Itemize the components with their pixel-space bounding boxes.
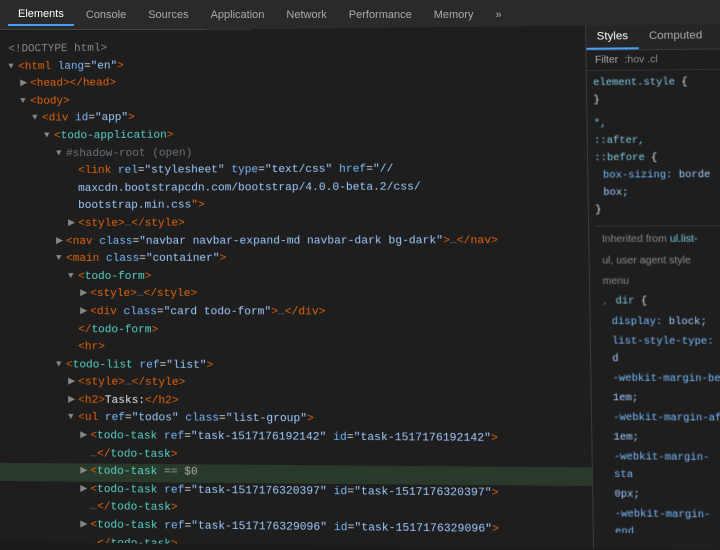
tab-more[interactable]: » xyxy=(485,5,511,25)
filter-label: Filter xyxy=(595,55,618,66)
code-line: <hr> xyxy=(0,339,590,358)
code-line: <todo-form> xyxy=(0,268,589,286)
style-selector-element: element.style { xyxy=(593,74,720,92)
tab-styles[interactable]: Styles xyxy=(586,25,639,50)
tab-performance[interactable]: Performance xyxy=(339,5,422,25)
code-line: maxcdn.bootstrapcdn.com/bootstrap/4.0.0-… xyxy=(0,178,587,198)
tab-elements[interactable]: Elements xyxy=(8,4,74,26)
style-prop-boxsizing: box-sizing: borde xyxy=(595,167,720,185)
filter-options: :hov .cl xyxy=(624,54,657,65)
expand-arrow[interactable] xyxy=(80,304,90,318)
expand-arrow[interactable] xyxy=(44,128,54,142)
style-block-element: element.style { } xyxy=(593,74,720,110)
style-margin-be: -webkit-margin-be xyxy=(598,369,720,389)
style-brace-close: } xyxy=(593,91,720,109)
code-line: </todo-form> xyxy=(0,322,590,341)
main-layout: <!DOCTYPE html> <html lang="en" > <head>… xyxy=(0,24,720,550)
style-selector-before: ::before { xyxy=(594,149,720,167)
tab-application[interactable]: Application xyxy=(201,5,275,25)
style-brace-close2: } xyxy=(595,202,720,220)
style-margin-sta: -webkit-margin-sta xyxy=(599,448,720,487)
expand-arrow[interactable] xyxy=(56,146,66,160)
expand-arrow[interactable] xyxy=(80,482,90,497)
tab-computed[interactable]: Computed xyxy=(638,24,713,49)
expand-arrow[interactable] xyxy=(20,94,30,108)
expand-arrow[interactable] xyxy=(20,76,30,90)
style-val-box: box; xyxy=(595,184,720,202)
dir-selector: , dir { xyxy=(596,291,720,313)
style-block-star: *, ::after, ::before { box-sizing: borde… xyxy=(594,115,720,220)
expand-arrow[interactable] xyxy=(8,59,18,73)
expand-arrow[interactable] xyxy=(68,269,78,283)
code-line: <todo-list ref="list" > xyxy=(0,357,590,377)
expand-arrow[interactable] xyxy=(56,233,66,247)
style-liststyle: list-style-type: d xyxy=(597,332,720,370)
tab-sources[interactable]: Sources xyxy=(138,5,198,25)
expand-arrow[interactable] xyxy=(68,392,78,407)
styles-panel: Styles Computed Filter :hov .cl element.… xyxy=(585,24,720,550)
styles-area: element.style { } *, ::after, ::before {… xyxy=(587,70,720,535)
tab-network[interactable]: Network xyxy=(276,5,336,25)
code-line: <main class="container" > xyxy=(0,250,589,268)
inherited-from-label1: Inherited from ul.list- xyxy=(595,225,720,250)
expand-arrow[interactable] xyxy=(32,111,42,125)
inherited-text1: ul, user agent style xyxy=(596,250,720,272)
tab-console[interactable]: Console xyxy=(76,5,136,25)
code-area: <!DOCTYPE html> <html lang="en" > <head>… xyxy=(0,32,593,549)
style-margin-sta-val: 0px; xyxy=(599,485,720,506)
style-margin-be-val: 1em; xyxy=(598,389,720,409)
doctype-text: <!DOCTYPE html> xyxy=(8,41,107,59)
expand-arrow[interactable] xyxy=(80,286,90,300)
style-display: display: block; xyxy=(597,313,720,333)
code-line: <div class="card todo-form" >…</div> xyxy=(0,304,590,323)
style-margin-af: -webkit-margin-af xyxy=(598,408,720,428)
inherited-text2: menu xyxy=(596,272,720,292)
code-line: <style>…</style> xyxy=(0,286,589,304)
expand-arrow[interactable] xyxy=(68,375,78,390)
expand-arrow[interactable] xyxy=(56,357,66,372)
code-line: bootstrap.min.css"> xyxy=(0,196,588,216)
style-selector-after: ::after, xyxy=(594,132,720,150)
style-margin-end: -webkit-margin-end xyxy=(600,505,720,535)
expand-arrow[interactable] xyxy=(56,251,66,265)
code-line: <style>…</style> xyxy=(0,214,588,233)
filter-bar: Filter :hov .cl xyxy=(586,49,720,71)
expand-arrow[interactable] xyxy=(80,464,90,479)
tab-memory[interactable]: Memory xyxy=(424,5,484,25)
expand-arrow[interactable] xyxy=(68,410,78,425)
expand-arrow[interactable] xyxy=(80,428,90,443)
expand-arrow[interactable] xyxy=(68,216,78,230)
styles-tabs: Styles Computed xyxy=(586,24,720,51)
expand-arrow[interactable] xyxy=(80,517,90,532)
style-margin-af-val: 1em; xyxy=(599,428,720,449)
style-selector-star: *, xyxy=(594,115,720,133)
code-line: <nav class="navbar navbar-expand-md navb… xyxy=(0,232,588,251)
html-panel: <!DOCTYPE html> <html lang="en" > <head>… xyxy=(0,26,593,549)
